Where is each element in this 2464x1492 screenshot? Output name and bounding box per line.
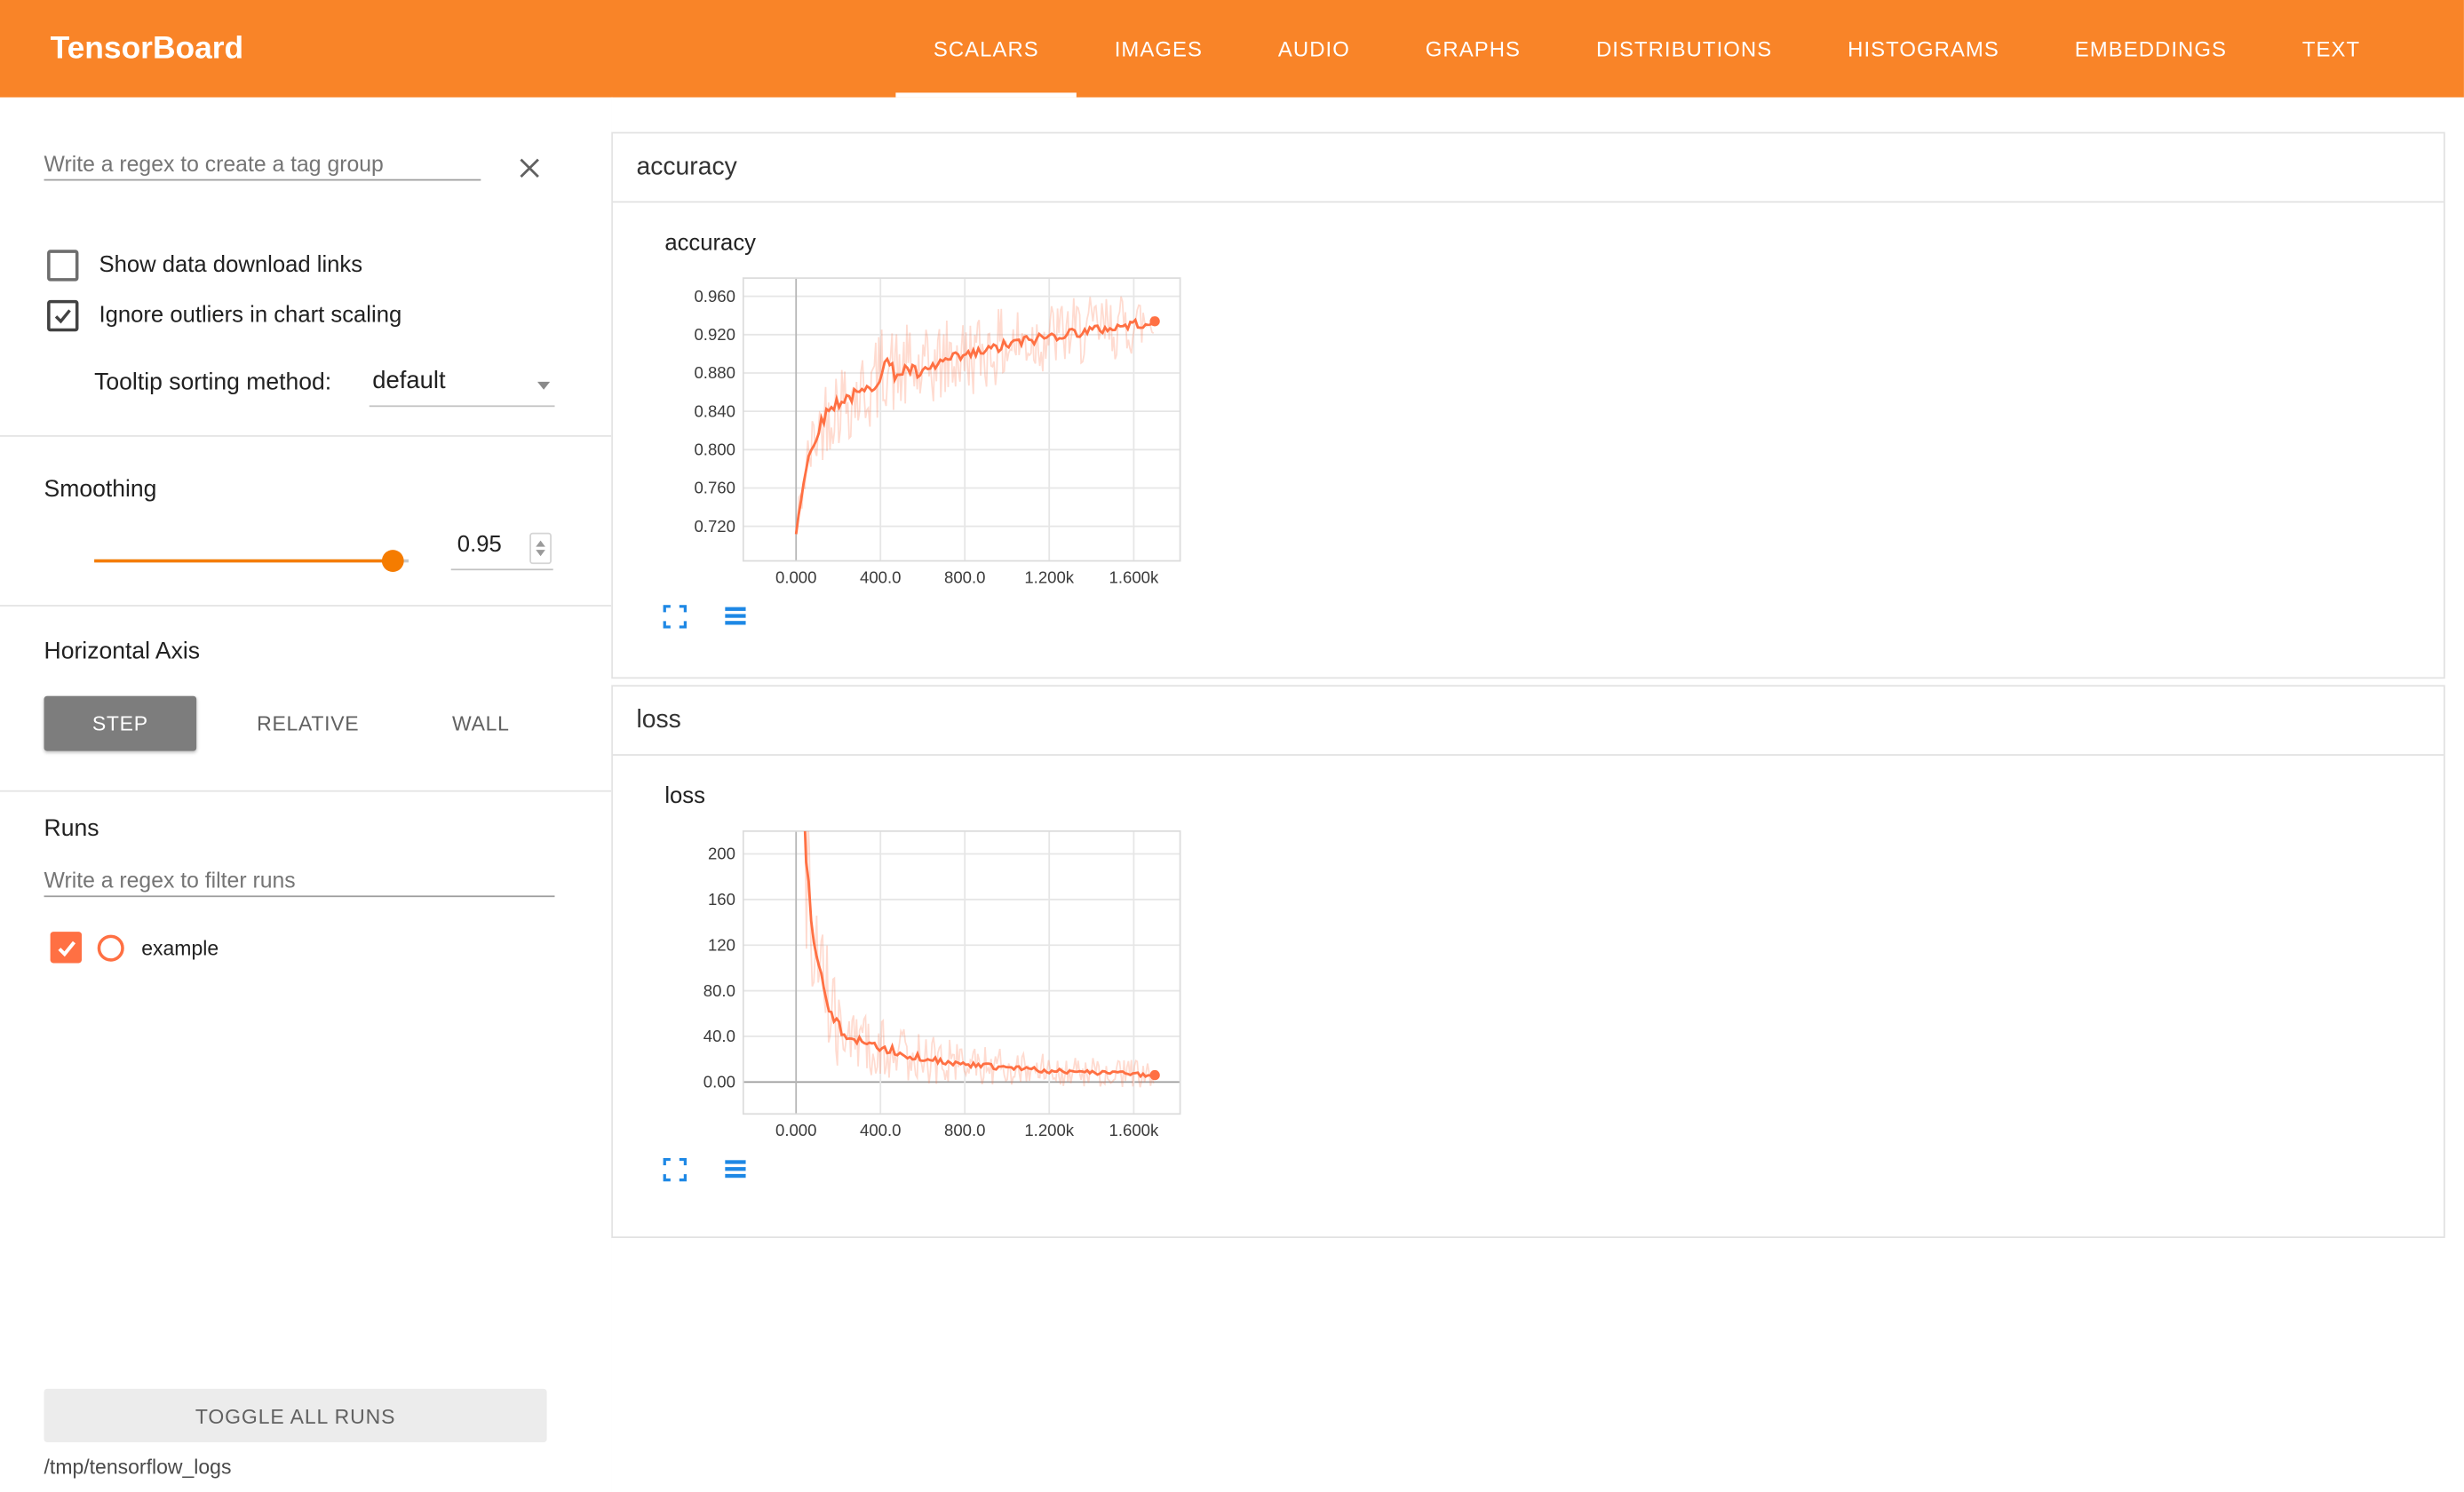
tab-audio[interactable]: AUDIO: [1240, 0, 1387, 98]
log-directory-path: /tmp/tensorflow_logs: [44, 1455, 232, 1479]
checkbox-unchecked-icon: [47, 250, 78, 281]
svg-text:400.0: 400.0: [860, 1121, 901, 1139]
smoothing-slider-thumb[interactable]: [382, 550, 404, 572]
expand-chart-icon[interactable]: [664, 605, 688, 629]
svg-text:0.00: 0.00: [703, 1073, 735, 1091]
category-card-accuracy: accuracy accuracy 0.7200.7600.8000.8400.…: [611, 132, 2445, 679]
run-selector-menu-icon[interactable]: [723, 605, 748, 629]
svg-text:80.0: 80.0: [703, 981, 735, 1000]
chart-actions: [664, 605, 749, 629]
runs-label: Runs: [44, 815, 99, 842]
app-title: TensorBoard: [51, 30, 244, 67]
tab-distributions[interactable]: DISTRIBUTIONS: [1559, 0, 1810, 98]
smoothing-stepper[interactable]: [529, 533, 552, 564]
tab-bar: SCALARS IMAGES AUDIO GRAPHS DISTRIBUTION…: [895, 0, 2397, 98]
svg-text:1.200k: 1.200k: [1024, 567, 1074, 586]
tensorboard-app: TensorBoard SCALARS IMAGES AUDIO GRAPHS …: [0, 0, 2464, 1492]
horizontal-axis-label: Horizontal Axis: [44, 638, 201, 664]
run-label: example: [141, 935, 219, 959]
tooltip-sorting-row: Tooltip sorting method: default: [94, 363, 554, 410]
category-title[interactable]: loss: [613, 686, 2444, 756]
divider: [0, 605, 611, 607]
checkbox-ignore-outliers[interactable]: Ignore outliers in chart scaling: [47, 298, 401, 333]
runs-filter-row: [44, 864, 555, 897]
checkbox-show-download-links[interactable]: Show data download links: [47, 249, 362, 283]
dropdown-value: default: [372, 368, 445, 396]
svg-text:0.920: 0.920: [694, 325, 735, 344]
smoothing-value-input[interactable]: [454, 531, 526, 560]
svg-text:0.000: 0.000: [775, 1121, 816, 1139]
svg-text:400.0: 400.0: [860, 567, 901, 586]
run-selector-menu-icon[interactable]: [723, 1158, 748, 1182]
run-checkbox-checked-icon[interactable]: [51, 932, 82, 963]
svg-text:1.600k: 1.600k: [1109, 567, 1159, 586]
smoothing-label: Smoothing: [44, 476, 157, 503]
svg-text:0.720: 0.720: [694, 517, 735, 536]
svg-text:120: 120: [708, 935, 735, 954]
checkbox-checked-icon: [47, 300, 78, 331]
svg-text:40.0: 40.0: [703, 1027, 735, 1045]
chevron-down-icon: [537, 382, 550, 390]
svg-text:200: 200: [708, 845, 735, 863]
checkbox-label: Ignore outliers in chart scaling: [99, 303, 401, 328]
category-title[interactable]: accuracy: [613, 133, 2444, 202]
svg-text:0.840: 0.840: [694, 401, 735, 420]
category-card-loss: loss loss 0.00 40.0 80.0 120 160 200 0.000 400.…: [611, 685, 2445, 1238]
horizontal-axis-buttons: STEP RELATIVE WALL: [44, 696, 544, 751]
svg-text:0.960: 0.960: [694, 287, 735, 306]
divider: [0, 790, 611, 792]
sidebar: Show data download links Ignore outliers…: [0, 98, 613, 1492]
stepper-down-icon[interactable]: [536, 550, 545, 556]
run-item-example[interactable]: example: [51, 930, 219, 964]
smoothing-value-box: [451, 528, 553, 570]
axis-relative-button[interactable]: RELATIVE: [221, 696, 394, 751]
tab-embeddings[interactable]: EMBEDDINGS: [2037, 0, 2264, 98]
divider: [0, 435, 611, 437]
tooltip-sorting-label: Tooltip sorting method:: [94, 369, 331, 396]
toggle-all-runs-button[interactable]: TOGGLE ALL RUNS: [44, 1389, 547, 1442]
smoothing-slider[interactable]: [94, 547, 409, 575]
tab-histograms[interactable]: HISTOGRAMS: [1810, 0, 2038, 98]
svg-text:0.880: 0.880: [694, 363, 735, 382]
tab-images[interactable]: IMAGES: [1077, 0, 1240, 98]
runs-filter-input[interactable]: [44, 864, 555, 897]
tab-scalars[interactable]: SCALARS: [895, 0, 1077, 98]
chart-actions: [664, 1158, 749, 1182]
loss-chart-plot[interactable]: 0.00 40.0 80.0 120 160 200 0.000 400.0 800.0 1.20…: [654, 821, 1188, 1145]
tag-filter-row: [44, 147, 555, 194]
svg-text:1.600k: 1.600k: [1109, 1121, 1159, 1139]
stepper-up-icon[interactable]: [536, 541, 545, 547]
app-header: TensorBoard SCALARS IMAGES AUDIO GRAPHS …: [0, 0, 2464, 98]
tag-filter-input[interactable]: [44, 147, 481, 180]
tab-graphs[interactable]: GRAPHS: [1387, 0, 1558, 98]
chart-title: accuracy: [664, 231, 756, 256]
checkbox-label: Show data download links: [99, 253, 362, 278]
expand-chart-icon[interactable]: [664, 1158, 688, 1182]
svg-text:1.200k: 1.200k: [1024, 1121, 1074, 1139]
axis-step-button[interactable]: STEP: [44, 696, 197, 751]
svg-text:0.000: 0.000: [775, 567, 816, 586]
smoothing-slider-fill: [94, 560, 393, 563]
tooltip-sorting-dropdown[interactable]: default: [370, 363, 555, 408]
close-icon[interactable]: [513, 151, 547, 186]
svg-text:800.0: 800.0: [944, 567, 985, 586]
tab-text[interactable]: TEXT: [2264, 0, 2397, 98]
main-content: accuracy accuracy 0.7200.7600.8000.8400.…: [611, 98, 2464, 1492]
chart-title: loss: [664, 784, 705, 809]
svg-text:160: 160: [708, 890, 735, 909]
svg-text:0.760: 0.760: [694, 479, 735, 497]
run-color-ring-icon: [98, 934, 124, 961]
svg-text:0.800: 0.800: [694, 440, 735, 459]
accuracy-chart-plot[interactable]: 0.720 0.760 0.800 0.840 0.880 0.920 0.960 0.000…: [654, 269, 1188, 592]
svg-text:800.0: 800.0: [944, 1121, 985, 1139]
axis-wall-button[interactable]: WALL: [418, 696, 544, 751]
